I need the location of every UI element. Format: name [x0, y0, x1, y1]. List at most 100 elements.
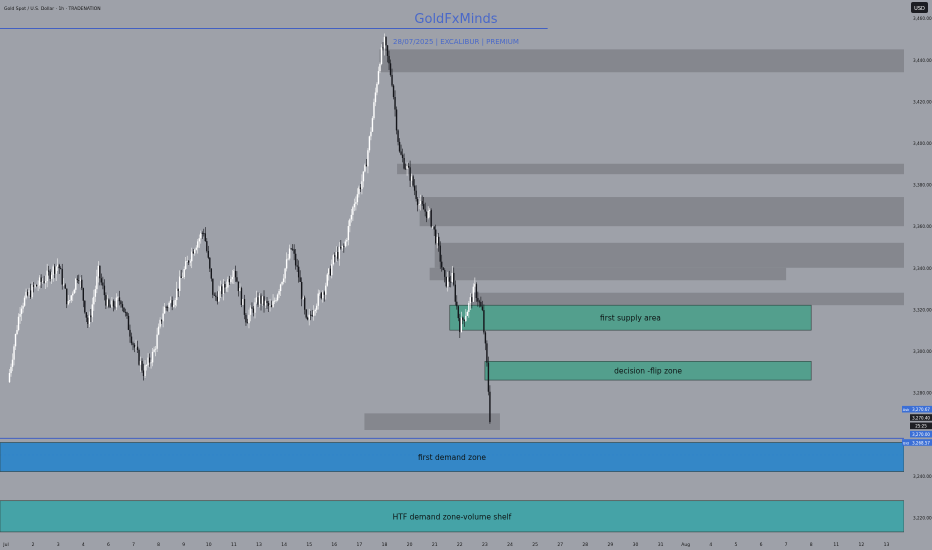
candle-body-3: [13, 346, 15, 360]
candle-body-260: [400, 151, 402, 155]
x-tick-label: 11: [231, 542, 237, 548]
candle-body-239: [368, 136, 371, 151]
zone-label-flip: decision -flip zone: [614, 367, 682, 376]
candle-body-13: [28, 290, 30, 296]
candle-body-254: [391, 74, 393, 86]
candle-body-82: [132, 343, 134, 345]
candle-body-207: [320, 292, 322, 299]
candle-body-171: [266, 301, 268, 304]
candle-body-294: [451, 272, 453, 282]
candle-body-111: [175, 288, 178, 301]
shaded-zone-0: [379, 49, 905, 73]
candle-body-290: [445, 276, 447, 287]
candle-body-103: [163, 306, 166, 314]
candle-body-204: [316, 305, 318, 310]
candle-body-124: [195, 247, 197, 250]
candle-body-96: [153, 349, 155, 352]
shaded-zone-6: [364, 413, 500, 430]
candle-body-231: [356, 194, 359, 203]
candle-body-81: [130, 336, 133, 344]
candle-body-164: [255, 297, 258, 303]
x-axis[interactable]: Jul 2 3 4 6 7 8 9 10 11 13 14 15 16 17 18 20 21 22 23 24 25 27…: [0, 536, 904, 550]
candle-body-2: [11, 359, 14, 367]
x-tick-label: 18: [382, 542, 388, 548]
candle-body-59: [97, 265, 100, 277]
candle-body-223: [344, 241, 347, 247]
candle-body-208: [322, 292, 324, 299]
candle-body-41: [70, 295, 72, 301]
y-axis-background: [904, 14, 932, 534]
price-tag-label-3: 3,270.00: [912, 432, 930, 437]
y-tick-label: 3,460.00: [913, 16, 932, 21]
candle-body-47: [79, 279, 81, 281]
gold-chart[interactable]: first supply area decision -flip zone firs…: [0, 0, 932, 550]
candle-body-92: [147, 357, 149, 366]
candle-body-318: [487, 362, 490, 392]
x-tick-label: 13: [256, 542, 262, 548]
candle-body-49: [82, 288, 84, 301]
candle-body-76: [123, 307, 125, 313]
shaded-zone-4: [429, 267, 787, 281]
candle-body-240: [370, 131, 372, 137]
candle-body-149: [233, 270, 235, 278]
candle-body-245: [377, 71, 380, 84]
candle-body-117: [185, 261, 187, 270]
candle-body-241: [371, 118, 374, 132]
candle-body-262: [403, 157, 405, 169]
candle-body-284: [436, 236, 438, 244]
candle-body-188: [291, 248, 294, 250]
x-tick-label: 22: [457, 542, 463, 548]
candle-body-268: [412, 176, 414, 186]
candle-body-242: [373, 102, 375, 119]
candle-body-27: [49, 271, 51, 279]
candle-body-218: [337, 251, 339, 259]
candle-body-125: [197, 241, 199, 248]
zone-label-demand: first demand zone: [418, 453, 486, 462]
candle-body-288: [442, 267, 444, 271]
candle-body-157: [245, 314, 247, 323]
candle-body-156: [243, 298, 246, 315]
candle-body-120: [189, 261, 191, 263]
candle-body-90: [144, 365, 146, 377]
candle-body-52: [87, 317, 89, 325]
candle-body-108: [171, 300, 173, 307]
candle-body-315: [483, 310, 485, 333]
candle-body-121: [191, 251, 193, 262]
candle-body-307: [471, 297, 473, 302]
candle-body-142: [222, 284, 225, 295]
currency-badge[interactable]: USD: [914, 6, 925, 12]
x-tick-label: 11: [833, 542, 839, 548]
candle-body-196: [303, 297, 306, 310]
candle-body-319: [489, 391, 491, 423]
y-axis[interactable]: 3,460.00 3,440.00 3,420.00 3,400.00 3,380.00…: [904, 14, 932, 534]
candle-body-107: [169, 300, 172, 303]
candle-body-302: [463, 319, 466, 321]
candle-body-35: [61, 269, 63, 285]
price-tag-label-4: 3,268.57: [912, 440, 930, 445]
watermark-title: GoldFxMinds: [414, 12, 497, 27]
candle-body-9: [22, 305, 24, 309]
candle-body-244: [376, 83, 378, 93]
candle-body-299: [459, 318, 461, 333]
y-tick-label: 3,440.00: [913, 58, 932, 63]
candle-body-97: [154, 348, 157, 350]
candle-body-80: [129, 329, 131, 337]
candle-body-39: [67, 301, 69, 305]
candle-body-232: [358, 187, 360, 195]
candle-body-10: [23, 297, 26, 306]
candle-body-140: [219, 286, 222, 292]
candle-body-256: [394, 96, 396, 110]
candle-body-292: [448, 277, 450, 282]
y-tick-label: 3,340.00: [913, 266, 932, 271]
candle-body-279: [428, 209, 431, 211]
candle-body-237: [365, 164, 368, 167]
candle-body-266: [409, 167, 411, 181]
candle-body-143: [224, 284, 226, 288]
candle-body-212: [328, 268, 330, 275]
candle-body-89: [142, 370, 145, 377]
candle-body-86: [138, 349, 140, 365]
candle-body-258: [397, 130, 399, 142]
candle-body-32: [56, 264, 59, 267]
candle-body-173: [269, 304, 271, 307]
candle-body-259: [398, 141, 401, 152]
